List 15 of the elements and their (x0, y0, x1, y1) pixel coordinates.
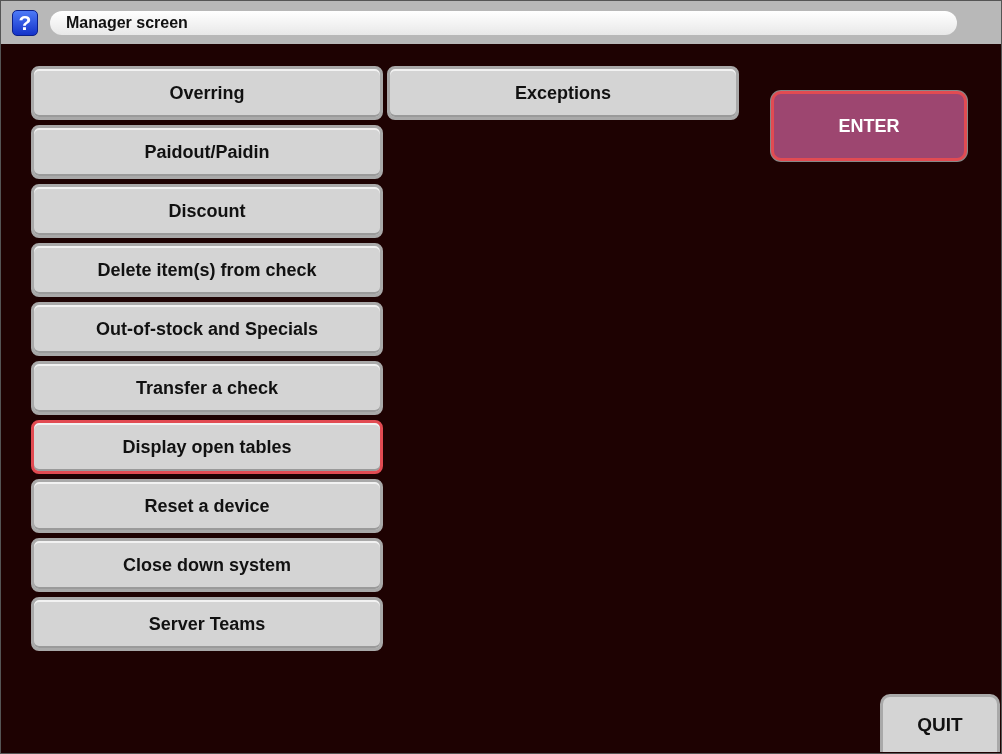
window-title: Manager screen (50, 10, 957, 35)
menu-button[interactable]: Close down system (31, 538, 383, 592)
enter-button[interactable]: ENTER (771, 91, 967, 161)
menu-button[interactable]: Out-of-stock and Specials (31, 302, 383, 356)
help-icon[interactable]: ? (12, 9, 38, 36)
menu-button[interactable]: Paidout/Paidin (31, 125, 383, 179)
menu-button[interactable]: Server Teams (31, 597, 383, 651)
menu-button[interactable]: Overring (31, 66, 383, 120)
quit-button[interactable]: QUIT (880, 694, 1000, 752)
menu-button[interactable]: Display open tables (31, 420, 383, 474)
menu-button[interactable]: Reset a device (31, 479, 383, 533)
menu-button[interactable]: Discount (31, 184, 383, 238)
menu-button[interactable]: Transfer a check (31, 361, 383, 415)
menu-button[interactable]: Delete item(s) from check (31, 243, 383, 297)
menu-button[interactable]: Exceptions (387, 66, 739, 120)
